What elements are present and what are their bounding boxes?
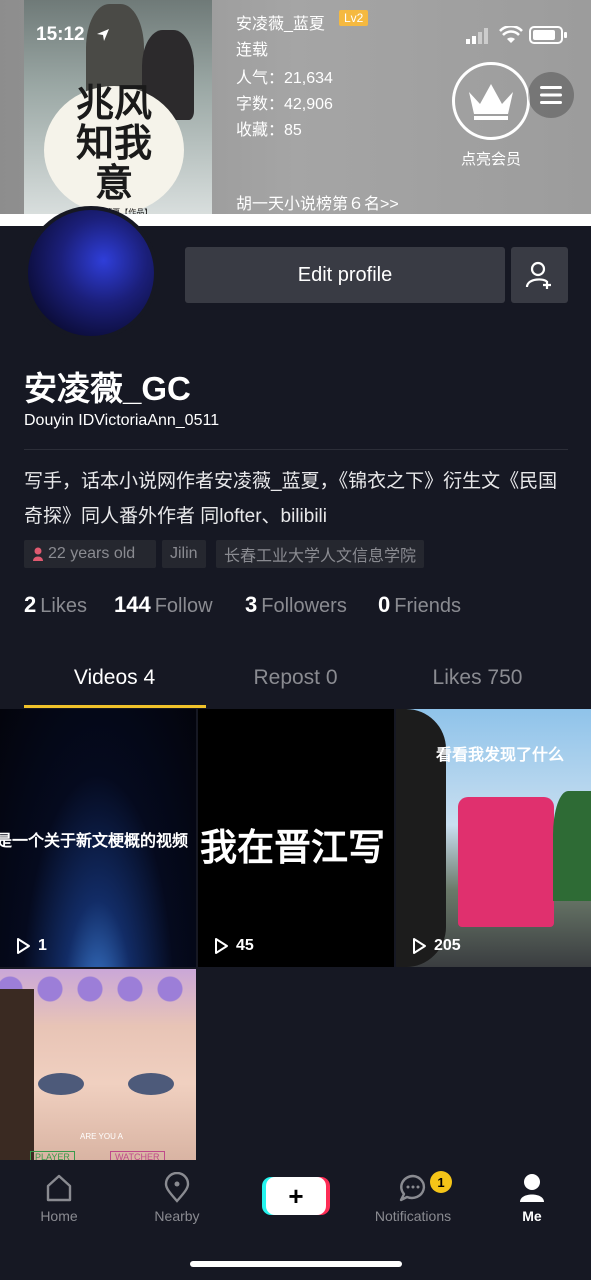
edit-profile-button[interactable]: Edit profile xyxy=(185,247,505,303)
add-friend-button[interactable] xyxy=(511,247,568,303)
chat-bubble-icon xyxy=(399,1174,426,1202)
video-tile[interactable]: ARE YOU A PLAYER WATCHER xyxy=(0,969,196,1160)
signal-icon xyxy=(466,28,488,44)
play-count-value: 1 xyxy=(38,937,47,954)
book-banner[interactable]: 兆风知我意 安凌薇_蓝夏【作品】 安凌薇_蓝夏 Lv2 连载 人气：21,634… xyxy=(0,0,591,218)
tab-repost[interactable]: Repost 0 xyxy=(197,666,394,690)
stat-friends[interactable]: 0 Friends xyxy=(378,592,461,618)
tag-location: Jilin xyxy=(162,540,206,568)
nav-me-label: Me xyxy=(522,1208,542,1224)
play-icon xyxy=(413,938,426,954)
female-icon xyxy=(33,547,43,561)
play-count-value: 205 xyxy=(434,937,461,954)
book-word-count: 字数：42,906 xyxy=(236,96,333,113)
play-count-value: 45 xyxy=(236,937,254,954)
location-arrow-icon xyxy=(97,29,109,41)
video-caption: ARE YOU A xyxy=(80,1132,123,1141)
nav-nearby[interactable]: Nearby xyxy=(118,1172,236,1224)
book-popularity: 人气：21,634 xyxy=(236,70,333,87)
home-icon xyxy=(46,1174,72,1202)
book-status: 连载 xyxy=(236,42,269,59)
avatar[interactable] xyxy=(24,206,158,340)
video-caption: 这是一个关于新文梗概的视频 xyxy=(0,833,189,850)
cover-title-seal: 兆风知我意 安凌薇_蓝夏【作品】 xyxy=(44,79,184,217)
stat-follow-value: 144 xyxy=(114,592,151,617)
nav-home[interactable]: Home xyxy=(0,1172,118,1224)
cover-title: 兆风知我意 xyxy=(75,79,152,205)
user-icon xyxy=(520,1174,544,1202)
video-tile[interactable]: 我在晋江写 45 xyxy=(198,709,394,967)
video-tile[interactable]: 这是一个关于新文梗概的视频 1 xyxy=(0,709,196,967)
tag-age-label: 22 years old xyxy=(48,545,136,562)
tag-school: 长春工业大学人文信息学院 xyxy=(216,540,425,568)
status-time: 15:12 xyxy=(36,24,85,45)
divider xyxy=(24,449,568,450)
play-count: 45 xyxy=(212,937,254,955)
play-icon xyxy=(17,938,30,954)
tag-age: 22 years old xyxy=(24,540,156,568)
play-count: 1 xyxy=(14,937,47,955)
tab-indicator xyxy=(24,705,206,708)
level-badge: Lv2 xyxy=(339,10,369,26)
create-button[interactable]: + xyxy=(266,1177,326,1215)
bio: 写手，话本小说网作者安凌薇_蓝夏，《锦衣之下》衍生文《民国奇探》同人番外作者 同… xyxy=(24,471,558,527)
hair-left xyxy=(0,989,34,1160)
tab-videos[interactable]: Videos 4 xyxy=(16,666,213,690)
notification-badge: 1 xyxy=(430,1171,452,1193)
play-icon xyxy=(215,938,228,954)
play-count: 205 xyxy=(410,937,461,955)
bus-shape xyxy=(458,797,554,927)
book-favorites: 收藏：85 xyxy=(236,122,302,139)
add-user-icon xyxy=(525,261,551,289)
stat-follow[interactable]: 144 Follow xyxy=(114,592,213,618)
stat-friends-value: 0 xyxy=(378,592,391,617)
location-pin-icon xyxy=(164,1172,190,1203)
home-indicator xyxy=(190,1261,402,1267)
nickname: 安凌薇_GC xyxy=(24,370,191,407)
vip-label[interactable]: 点亮会员 xyxy=(456,148,526,169)
rank-link[interactable]: 胡一天小说榜第６名>> xyxy=(236,190,399,214)
stat-followers-value: 3 xyxy=(245,592,258,617)
crown-icon xyxy=(469,84,513,120)
menu-button[interactable] xyxy=(528,72,574,118)
nav-nearby-label: Nearby xyxy=(154,1208,200,1224)
wifi-icon xyxy=(499,26,523,43)
stat-follow-label: Follow xyxy=(154,595,213,617)
stat-followers[interactable]: 3 Followers xyxy=(245,592,347,618)
nav-home-label: Home xyxy=(40,1208,78,1224)
video-tile[interactable]: 看看我发现了什么 205 xyxy=(396,709,591,967)
nav-me[interactable]: Me xyxy=(473,1172,591,1224)
eye-left xyxy=(38,1073,84,1095)
tree-shape xyxy=(553,791,591,901)
stat-likes[interactable]: 2 Likes xyxy=(24,592,87,618)
nav-notifications-label: Notifications xyxy=(374,1208,452,1224)
player-label: PLAYER xyxy=(30,1151,75,1160)
eye-right xyxy=(128,1073,174,1095)
book-author: 安凌薇_蓝夏 xyxy=(236,16,325,33)
stat-likes-value: 2 xyxy=(24,592,37,617)
battery-icon xyxy=(529,26,567,44)
stat-friends-label: Friends xyxy=(394,595,461,617)
hamburger-icon xyxy=(540,86,562,104)
stat-likes-label: Likes xyxy=(40,595,87,617)
video-caption: 我在晋江写 xyxy=(200,827,385,868)
nav-notifications[interactable]: Notifications xyxy=(354,1172,472,1224)
watcher-label: WATCHER xyxy=(110,1151,165,1160)
video-caption: 看看我发现了什么 xyxy=(436,747,565,764)
vip-crown-button[interactable] xyxy=(452,62,530,140)
stat-followers-label: Followers xyxy=(261,595,347,617)
douyin-id: Douyin IDVictoriaAnn_0511 xyxy=(24,412,220,429)
tab-likes[interactable]: Likes 750 xyxy=(379,666,576,690)
